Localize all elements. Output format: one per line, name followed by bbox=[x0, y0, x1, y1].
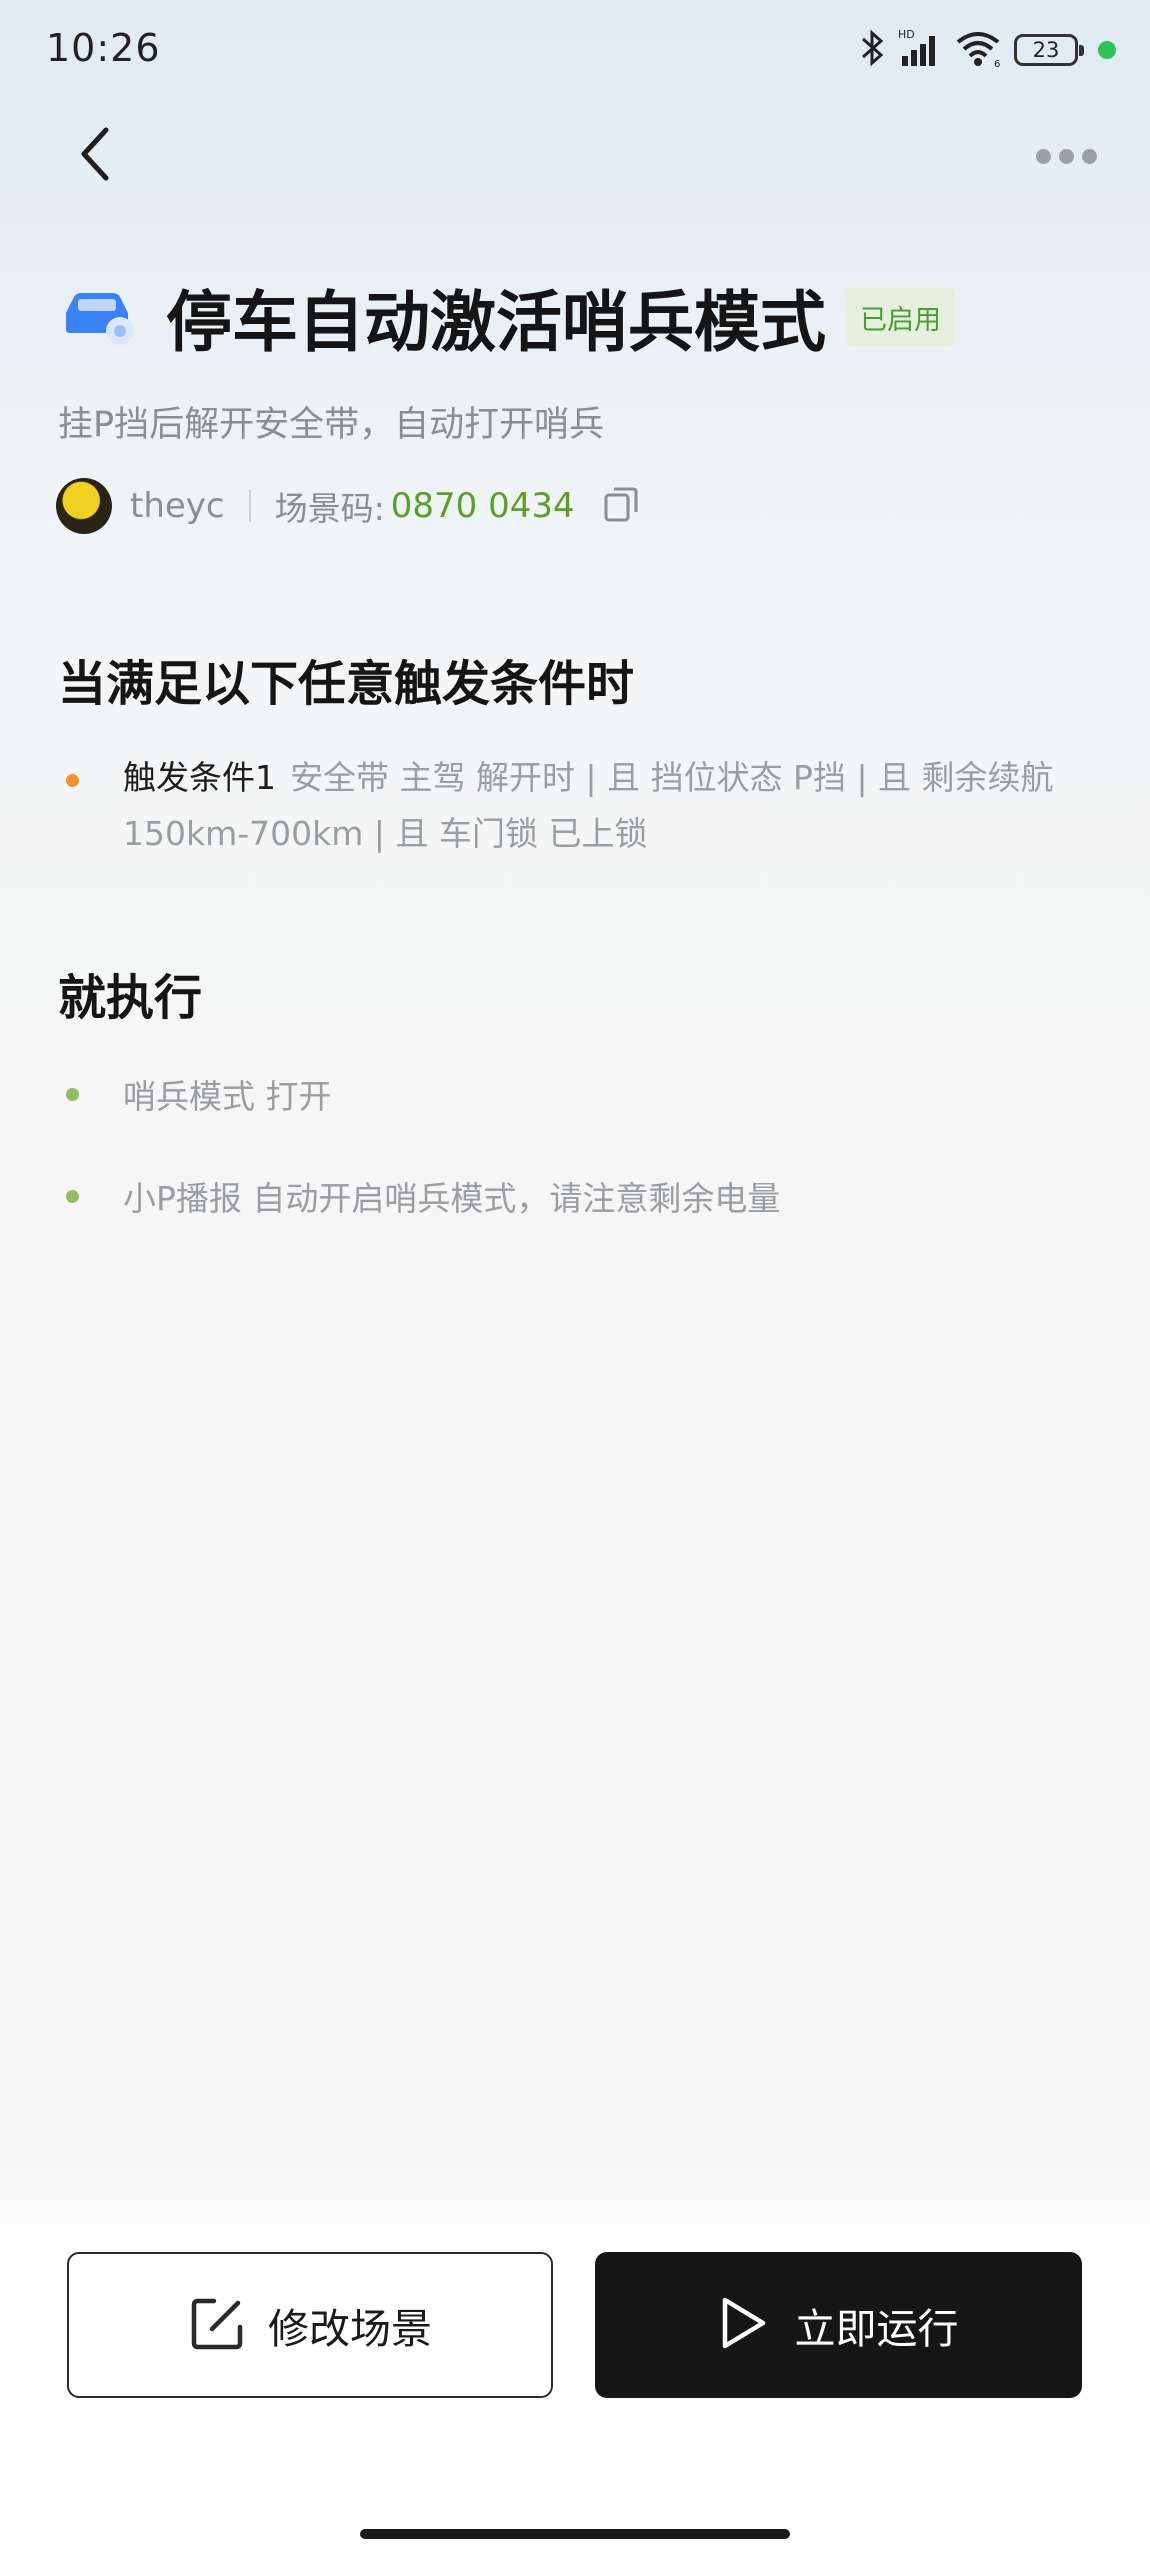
more-dot bbox=[1058, 148, 1074, 164]
status-icons: HD 6 23 bbox=[860, 28, 1116, 72]
battery-level: 23 bbox=[1032, 38, 1060, 62]
wifi-icon: 6 bbox=[954, 28, 1002, 72]
more-options-button[interactable] bbox=[1022, 130, 1110, 182]
home-indicator[interactable] bbox=[360, 2529, 790, 2539]
condition-name: 触发条件1 bbox=[123, 758, 276, 797]
trigger-section-title: 当满足以下任意触发条件时 bbox=[58, 656, 635, 712]
list-item[interactable]: 哨兵模式 打开 bbox=[58, 1070, 332, 1118]
copy-button[interactable] bbox=[601, 486, 641, 526]
action-text: 小P播报 自动开启哨兵模式，请注意剩余电量 bbox=[123, 1179, 781, 1218]
chevron-left-icon bbox=[76, 124, 116, 188]
condition-text: 触发条件1 安全带 主驾 解开时 | 且 挡位状态 P挡 | 且 剩余续航 150… bbox=[123, 750, 1098, 862]
scene-header: 停车自动激活哨兵模式 已启用 bbox=[60, 272, 955, 362]
car-icon bbox=[60, 283, 136, 351]
action-text: 哨兵模式 打开 bbox=[123, 1077, 332, 1116]
scene-meta: theyc 场景码: 0870 0434 bbox=[56, 476, 641, 536]
page-title: 停车自动激活哨兵模式 bbox=[166, 284, 826, 361]
edit-icon bbox=[188, 2293, 248, 2357]
copy-icon bbox=[603, 485, 639, 527]
bullet bbox=[66, 1189, 79, 1203]
back-button[interactable] bbox=[60, 120, 132, 192]
svg-text:6: 6 bbox=[994, 59, 1000, 68]
more-dot bbox=[1081, 148, 1097, 164]
scene-code-label: 场景码: bbox=[274, 489, 385, 528]
avatar[interactable] bbox=[56, 478, 112, 534]
status-badge: 已启用 bbox=[846, 287, 955, 347]
edit-scene-label: 修改场景 bbox=[268, 2305, 432, 2353]
list-item[interactable]: 触发条件1 安全带 主驾 解开时 | 且 挡位状态 P挡 | 且 剩余续航 150… bbox=[58, 750, 1098, 862]
scene-code-value: 0870 0434 bbox=[390, 486, 575, 526]
play-icon bbox=[719, 2294, 769, 2356]
bullet bbox=[66, 1087, 79, 1101]
battery-icon: 23 bbox=[1014, 34, 1084, 66]
run-now-button[interactable]: 立即运行 bbox=[595, 2252, 1082, 2398]
edit-scene-button[interactable]: 修改场景 bbox=[67, 2252, 553, 2398]
status-time: 10:26 bbox=[46, 26, 161, 70]
more-dot bbox=[1035, 148, 1051, 164]
run-now-label: 立即运行 bbox=[794, 2305, 959, 2353]
divider bbox=[248, 490, 251, 522]
action-section-title: 就执行 bbox=[58, 970, 203, 1026]
signal-icon: HD bbox=[898, 28, 942, 72]
bullet bbox=[66, 774, 79, 787]
scene-description: 挂P挡后解开安全带，自动打开哨兵 bbox=[58, 405, 605, 445]
bluetooth-icon bbox=[860, 28, 886, 72]
privacy-indicator-dot bbox=[1098, 41, 1116, 59]
list-item[interactable]: 小P播报 自动开启哨兵模式，请注意剩余电量 bbox=[58, 1172, 780, 1220]
svg-text:HD: HD bbox=[898, 28, 915, 41]
author-name[interactable]: theyc bbox=[130, 486, 225, 526]
